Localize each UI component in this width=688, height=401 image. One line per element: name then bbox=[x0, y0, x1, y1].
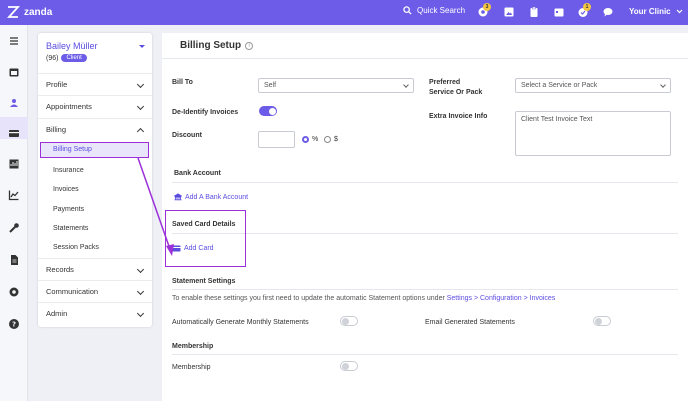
annotation-arrow bbox=[137, 157, 174, 256]
